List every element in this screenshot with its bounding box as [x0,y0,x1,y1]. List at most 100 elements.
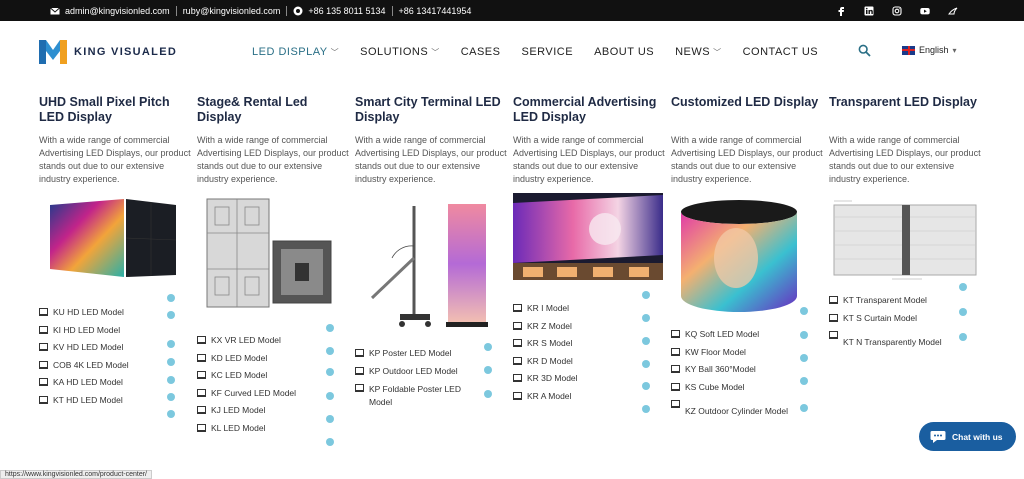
logo-mark-icon [39,40,67,64]
arrow-right-icon[interactable] [167,340,175,348]
chevron-down-icon: ﹀ [431,47,440,57]
arrow-right-icon[interactable] [326,392,334,400]
arrow-right-icon[interactable] [167,393,175,401]
hand-icon [326,324,334,332]
facebook-icon[interactable] [836,6,846,16]
nav-news[interactable]: NEWS ﹀ [675,46,722,58]
model-label: KR I Model [527,303,570,313]
category-title[interactable]: Stage& Rental Led Display [197,95,349,127]
monitor-icon [671,382,680,391]
category-title[interactable]: Commercial Advertising LED Display [513,95,665,127]
model-link[interactable]: KP Foldable Poster LED Model [355,383,507,412]
status-url-tooltip: https://www.kingvisionled.com/product-ce… [0,470,153,479]
search-icon[interactable] [858,44,871,57]
category-title[interactable]: Smart City Terminal LED Display [355,95,507,127]
arrow-right-icon[interactable] [800,354,808,362]
nav-label: SERVICE [521,46,574,58]
uhd-display-image[interactable] [46,197,180,280]
nav-cases[interactable]: CASES [461,46,501,58]
model-label: COB 4K LED Model [53,359,129,370]
diamond-icon [167,311,175,319]
category-description: With a wide range of commercial Advertis… [39,135,191,184]
language-label: English [919,45,949,55]
nav-solutions[interactable]: SOLUTIONS ﹀ [360,46,440,58]
youtube-icon[interactable] [920,6,930,16]
tiktok-icon[interactable] [948,6,958,16]
arrow-right-icon[interactable] [642,382,650,390]
monitor-icon [513,321,522,330]
nav-label: SOLUTIONS [360,46,429,58]
language-selector[interactable]: English ▾ [902,45,957,55]
model-link[interactable]: KL LED Model [197,423,349,441]
caret-down-icon: ▾ [952,45,957,55]
arrow-right-icon[interactable] [167,410,175,418]
category-title[interactable]: Customized LED Display [671,95,823,127]
model-label: KV HD LED Model [53,342,124,352]
chat-with-us-button[interactable]: Chat with us [919,422,1016,451]
linkedin-icon[interactable] [864,6,874,16]
arrow-right-icon[interactable] [326,438,334,446]
model-label: KP Poster LED Model [369,348,452,358]
arrow-right-icon[interactable] [484,390,492,398]
category-title[interactable]: Transparent LED Display [829,95,981,127]
nav-led-display[interactable]: LED DISPLAY ﹀ [252,46,339,58]
top-contact-bar: admin@kingvisionled.com ruby@kingvisionl… [0,0,1024,21]
model-link[interactable]: KI HD LED Model [39,325,191,343]
arrow-right-icon[interactable] [959,333,967,341]
model-label: KR A Model [527,390,572,401]
hand-icon [167,294,175,302]
nav-service[interactable]: SERVICE [521,46,573,58]
nav-label: CASES [460,46,501,58]
model-label: KY Ball 360°Model [685,364,756,374]
chat-bubble-icon [930,430,946,443]
nav-label: NEWS [675,46,711,58]
nav-about-us[interactable]: ABOUT US [594,46,654,58]
transparent-display-image[interactable] [832,197,978,283]
arrow-right-icon[interactable] [642,360,650,368]
chat-label: Chat with us [952,431,1003,442]
model-label: KR S Model [527,338,573,348]
model-label: KU HD LED Model [53,307,124,317]
monitor-icon [355,384,364,392]
poster-display-image[interactable] [362,202,492,329]
arrow-right-icon[interactable] [167,358,175,366]
instagram-icon[interactable] [892,5,902,16]
site-logo[interactable]: KING VISUALED [38,38,177,66]
arrow-right-icon[interactable] [800,377,808,385]
model-link[interactable]: KD LED Model [197,353,349,371]
nav-contact-us[interactable]: CONTACT US [743,46,819,58]
category-column-stage-rental: Stage& Rental Led Display With a wide ra… [197,95,349,186]
arrow-right-icon[interactable] [326,415,334,423]
model-link[interactable]: KP Poster LED Model [355,348,507,366]
arrow-right-icon[interactable] [167,376,175,384]
arrow-right-icon[interactable] [326,368,334,376]
email-admin-text: admin@kingvisionled.com [65,5,170,16]
category-title[interactable]: UHD Small Pixel Pitch LED Display [39,95,191,127]
arrow-right-icon[interactable] [800,404,808,412]
phone-link-1[interactable]: +86 135 8011 5134 [287,6,391,16]
phone-link-2[interactable]: +86 13417441954 [393,6,478,16]
cylinder-display-image[interactable] [678,198,800,316]
monitor-icon [197,406,206,414]
email-link-admin[interactable]: admin@kingvisionled.com [44,6,176,16]
monitor-icon [197,423,206,432]
email-link-ruby[interactable]: ruby@kingvisionled.com [177,6,287,16]
model-list: KT Transparent Model KT S Curtain Model … [829,295,981,348]
model-link[interactable]: KT S Curtain Model [829,313,981,331]
logo-text: KING VISUALED [74,46,178,58]
model-label: KC LED Model [211,370,268,380]
model-link[interactable]: KR Z Model [513,321,665,339]
nav-label: LED DISPLAY [252,46,328,58]
category-description: With a wide range of commercial Advertis… [829,135,981,184]
model-label: KP Foldable Poster LED Model [369,384,461,407]
model-label: KL LED Model [211,422,266,433]
rental-display-image[interactable] [205,197,335,310]
model-label: KP Outdoor LED Model [369,365,458,376]
uk-flag-icon [902,45,915,55]
arrow-right-icon[interactable] [642,337,650,345]
commercial-display-image[interactable] [513,193,663,280]
monitor-icon [197,353,206,362]
model-link[interactable]: KT N Transparently Model [829,330,981,348]
arrow-right-icon[interactable] [642,405,650,413]
model-link[interactable]: KS Cube Model [671,382,823,400]
